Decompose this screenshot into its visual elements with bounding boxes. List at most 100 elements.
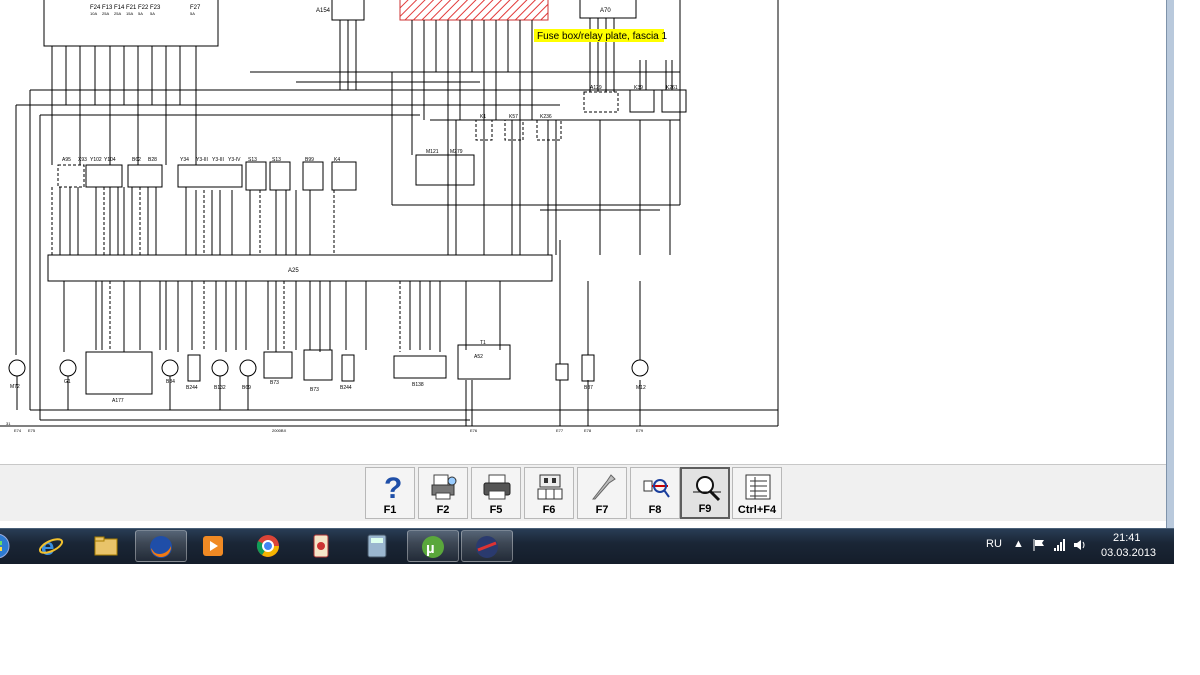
component-label: Y3-IV	[228, 157, 241, 163]
chrome-icon	[256, 535, 279, 557]
window-border	[1166, 0, 1174, 528]
action-center-flag-icon[interactable]	[1032, 538, 1046, 552]
zoom-button[interactable]: F9	[680, 467, 730, 519]
ground-label: E74	[14, 428, 22, 433]
internet-explorer-icon: e	[38, 534, 64, 559]
component-label: B28	[148, 157, 157, 163]
component-label: M121	[426, 149, 439, 155]
component-label: B99	[305, 157, 314, 163]
component-label: B73	[310, 387, 319, 393]
component-label: B244	[186, 385, 198, 391]
print-preview-button[interactable]: F2	[418, 467, 468, 519]
connector-icon	[537, 474, 563, 500]
component-label: K4	[334, 157, 340, 163]
component-label: Y3-III	[196, 157, 208, 163]
fuse-rating-label: 25A	[102, 11, 109, 16]
taskbar-autodata[interactable]	[461, 530, 513, 562]
clock-time[interactable]: 21:41	[1113, 532, 1141, 544]
component-label: S13	[248, 157, 257, 163]
show-hidden-icons-button[interactable]: ▲	[1013, 538, 1024, 550]
component-list-button[interactable]: Ctrl+F4	[732, 467, 782, 519]
component-label: M72	[10, 384, 20, 390]
relay-label: K236	[540, 114, 552, 120]
zoom-icon	[693, 476, 721, 502]
component-label: Y3-III	[212, 157, 224, 163]
fuse-rating-label: 10A	[90, 11, 97, 16]
component-label: B138	[412, 382, 424, 388]
fuse-rating-label: 25A	[114, 11, 121, 16]
ground-label: E79	[636, 428, 644, 433]
windows-taskbar: e µ RU ▲ 21:41 03.03.2013	[0, 528, 1174, 564]
component-label: G1	[64, 379, 71, 385]
folder-icon	[94, 536, 118, 556]
print-preview-icon	[431, 474, 457, 500]
component-label: B87	[584, 385, 593, 391]
clock-date[interactable]: 03.03.2013	[1101, 547, 1156, 559]
cards-icon	[313, 534, 329, 558]
taskbar-explorer[interactable]	[81, 530, 133, 562]
calculator-icon	[367, 534, 387, 558]
svg-text:µ: µ	[426, 540, 435, 557]
fuse-rating-label: 5A	[190, 11, 195, 16]
ground-label: E75	[28, 428, 36, 433]
help-icon: ?	[384, 472, 402, 503]
taskbar-chrome[interactable]	[243, 530, 295, 562]
component-label: B69	[242, 385, 251, 391]
diagram-note: 2000BX	[272, 428, 287, 433]
ground-label: E77	[556, 428, 564, 433]
media-player-icon	[203, 536, 223, 556]
tooltip-text: Fuse box/relay plate, fascia 1	[537, 31, 668, 42]
svg-text:?: ?	[384, 472, 402, 503]
language-indicator[interactable]: RU	[986, 538, 1002, 550]
component-label: Y102	[90, 157, 102, 163]
taskbar-firefox[interactable]	[135, 530, 187, 562]
fuse-rating-label: 5A	[138, 11, 143, 16]
component-label: B132	[214, 385, 226, 391]
ground-label: 31	[6, 421, 11, 426]
taskbar-utorrent[interactable]: µ	[407, 530, 459, 562]
taskbar-solitaire[interactable]	[296, 530, 348, 562]
wiring-diagram[interactable]: F24 F13 F14 F21 F22 F23 F2710A 25A 25A 15A 5A 5A 5A A…	[0, 0, 1166, 464]
utorrent-icon: µ	[422, 536, 444, 558]
app-window: F24 F13 F14 F21 F22 F23 F27 10A 25A 25A 15A 5A 5A 5A A…	[0, 0, 1174, 528]
tools-button[interactable]: F7	[577, 467, 627, 519]
component-label: B84	[166, 379, 175, 385]
component-label: M279	[450, 149, 463, 155]
component-label: X93	[78, 157, 87, 163]
component-label: A95	[62, 157, 71, 163]
wrench-icon	[591, 474, 616, 500]
component-label: B62	[132, 157, 141, 163]
component-label-a154: A154	[316, 8, 331, 14]
taskbar-ie[interactable]: e	[26, 530, 78, 562]
component-label: Y34	[180, 157, 189, 163]
relay-label: K1	[480, 114, 486, 120]
component-label: A177	[112, 398, 124, 404]
fuse-rating-label: 5A	[150, 11, 155, 16]
component-label: S13	[272, 157, 281, 163]
connector-view-button[interactable]: F6	[524, 467, 574, 519]
component-label: B244	[340, 385, 352, 391]
ground-label: E78	[584, 428, 592, 433]
autodata-icon	[476, 536, 498, 558]
help-button[interactable]: ? F1	[365, 467, 415, 519]
component-label: A52	[474, 354, 483, 360]
fuse-rating-label: 15A	[126, 11, 133, 16]
ground-label: E76	[470, 428, 478, 433]
print-button[interactable]: F5	[471, 467, 521, 519]
wiring-diagram-viewport[interactable]: F24 F13 F14 F21 F22 F23 F27 10A 25A 25A 15A 5A 5A 5A A…	[0, 0, 1166, 464]
trace-icon	[643, 479, 670, 498]
trace-button[interactable]: F8	[630, 467, 680, 519]
firefox-icon	[150, 536, 172, 558]
component-label: M12	[636, 385, 646, 391]
printer-icon	[483, 474, 511, 500]
network-icon[interactable]	[1053, 538, 1067, 552]
taskbar-media-player[interactable]	[188, 530, 240, 562]
taskbar-calculator[interactable]	[352, 530, 404, 562]
volume-icon[interactable]	[1073, 538, 1087, 552]
start-button[interactable]	[0, 530, 18, 562]
relay-label: K39	[634, 85, 643, 91]
component-label-a25: A25	[288, 268, 299, 274]
relay-label: K261	[666, 85, 678, 91]
list-icon	[745, 474, 771, 500]
windows-orb-icon	[0, 533, 10, 559]
